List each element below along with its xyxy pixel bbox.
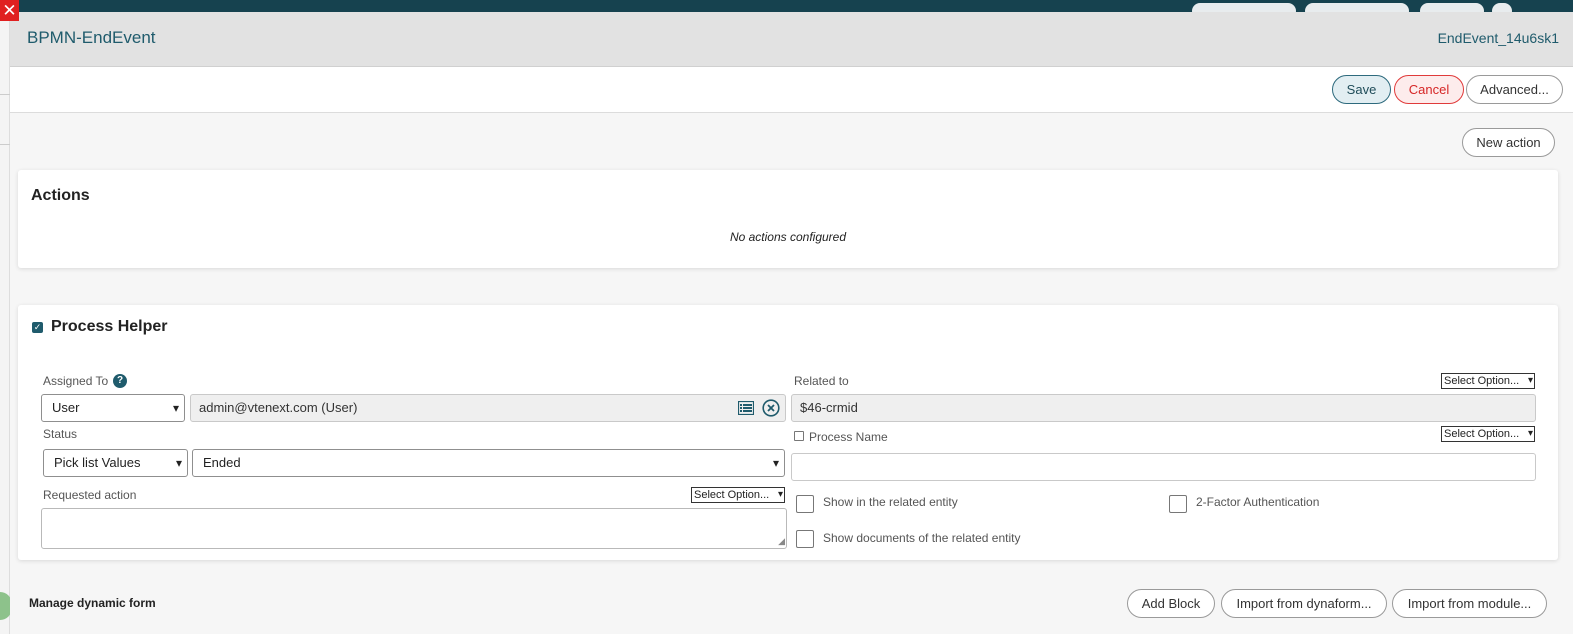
process-helper-title: Process Helper xyxy=(51,318,168,335)
process-helper-checkbox[interactable]: ✓ xyxy=(32,322,43,333)
chevron-down-icon: ▾ xyxy=(1527,428,1533,439)
assigned-to-field[interactable]: admin@vtenext.com (User) xyxy=(190,394,786,422)
dialog-title: BPMN-EndEvent xyxy=(27,28,156,47)
chevron-down-icon: ▾ xyxy=(175,456,182,470)
related-to-field[interactable]: $46-crmid xyxy=(791,394,1536,422)
related-to-value: $46-crmid xyxy=(800,400,858,415)
two-factor-label: 2-Factor Authentication xyxy=(1196,495,1320,509)
chevron-down-icon: ▾ xyxy=(777,489,783,500)
assigned-to-value: admin@vtenext.com (User) xyxy=(199,400,358,415)
dialog-header: BPMN-EndEvent EndEvent_14u6sk1 xyxy=(10,12,1573,67)
dynamic-form-title: Manage dynamic form xyxy=(29,596,156,610)
requested-action-option-value: Select Option... xyxy=(694,489,770,501)
chevron-down-icon: ▾ xyxy=(172,401,179,415)
two-factor-checkbox[interactable] xyxy=(1169,495,1187,513)
show-related-entity-checkbox[interactable] xyxy=(796,495,814,513)
help-icon[interactable]: ? xyxy=(113,374,127,388)
clear-icon[interactable] xyxy=(762,399,780,417)
advanced-button[interactable]: Advanced... xyxy=(1466,75,1563,104)
assigned-to-label: Assigned To xyxy=(43,374,109,388)
status-select[interactable]: Ended ▾ xyxy=(192,449,785,477)
show-documents-label: Show documents of the related entity xyxy=(823,531,1021,545)
list-icon[interactable] xyxy=(738,401,754,415)
new-action-button[interactable]: New action xyxy=(1462,128,1555,157)
process-helper-panel: ✓ Process Helper Assigned To ? User ▾ ad… xyxy=(18,305,1558,560)
status-type-value: Pick list Values xyxy=(54,455,141,470)
assigned-to-type-value: User xyxy=(52,400,80,415)
chevron-down-icon: ▾ xyxy=(772,456,779,470)
status-type-select[interactable]: Pick list Values ▾ xyxy=(43,449,188,477)
process-name-input[interactable] xyxy=(791,453,1536,481)
actions-title: Actions xyxy=(31,187,90,204)
actions-panel: Actions No actions configured xyxy=(18,170,1558,268)
save-button[interactable]: Save xyxy=(1332,75,1391,104)
process-name-label: Process Name xyxy=(809,430,888,444)
background-sidebar xyxy=(0,14,10,634)
add-block-button[interactable]: Add Block xyxy=(1127,589,1215,618)
divider xyxy=(0,94,10,95)
related-to-option-select[interactable]: Select Option... ▾ xyxy=(1441,373,1535,389)
status-value: Ended xyxy=(203,455,241,470)
requested-action-label: Requested action xyxy=(43,488,137,502)
cancel-button[interactable]: Cancel xyxy=(1394,75,1464,104)
requested-action-textarea[interactable]: ◢ xyxy=(41,508,787,549)
bpmn-element-dialog: BPMN-EndEvent EndEvent_14u6sk1 Save Canc… xyxy=(10,12,1573,634)
related-to-label: Related to xyxy=(794,374,849,388)
show-related-entity-label: Show in the related entity xyxy=(823,495,958,509)
process-name-option-select[interactable]: Select Option... ▾ xyxy=(1441,426,1535,442)
process-name-checkbox[interactable] xyxy=(794,431,804,441)
chevron-down-icon: ▾ xyxy=(1527,375,1533,386)
divider xyxy=(0,144,10,145)
show-documents-checkbox[interactable] xyxy=(796,530,814,548)
assigned-to-type-select[interactable]: User ▾ xyxy=(41,394,185,422)
requested-action-option-select[interactable]: Select Option... ▾ xyxy=(691,487,785,503)
empty-actions-message: No actions configured xyxy=(729,230,847,244)
process-name-option-value: Select Option... xyxy=(1444,428,1520,440)
import-module-button[interactable]: Import from module... xyxy=(1392,589,1547,618)
status-label: Status xyxy=(43,427,78,441)
import-dynaform-button[interactable]: Import from dynaform... xyxy=(1221,589,1387,618)
close-icon[interactable]: ✕ xyxy=(0,0,19,21)
related-to-option-value: Select Option... xyxy=(1444,375,1520,387)
resize-grip-icon[interactable]: ◢ xyxy=(778,536,785,547)
element-id: EndEvent_14u6sk1 xyxy=(1437,30,1559,46)
dialog-toolbar: Save Cancel Advanced... xyxy=(10,67,1573,113)
